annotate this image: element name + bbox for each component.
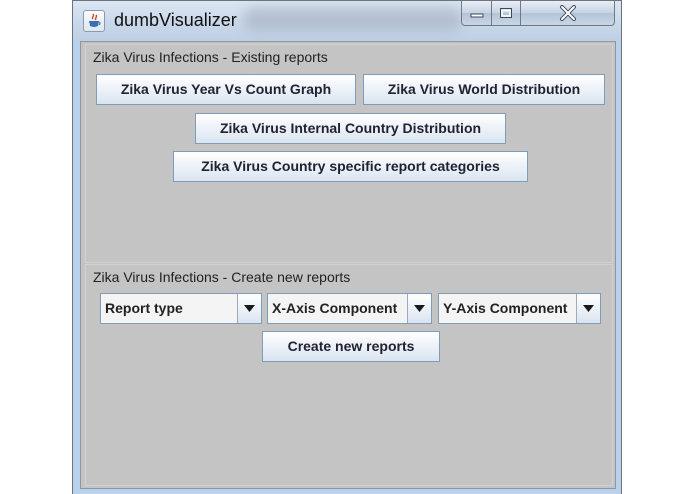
maximize-icon: [500, 8, 512, 18]
minimize-button[interactable]: [461, 1, 492, 26]
close-icon: [559, 5, 576, 21]
chevron-down-icon: [414, 305, 425, 312]
create-reports-panel: Zika Virus Infections - Create new repor…: [85, 264, 613, 486]
world-distribution-button[interactable]: Zika Virus World Distribution: [363, 74, 605, 105]
country-specific-report-categories-button[interactable]: Zika Virus Country specific report categ…: [173, 151, 528, 182]
window-controls: [461, 1, 616, 27]
title-bar-blur: [243, 7, 463, 31]
internal-country-distribution-button[interactable]: Zika Virus Internal Country Distribution: [195, 113, 506, 144]
existing-reports-panel: Zika Virus Infections - Existing reports…: [85, 44, 613, 263]
y-axis-component-value: Y-Axis Component: [443, 300, 568, 316]
content-pane: Zika Virus Infections - Existing reports…: [80, 41, 616, 489]
y-axis-component-select[interactable]: Y-Axis Component: [438, 293, 601, 324]
y-axis-dropdown-button[interactable]: [576, 294, 600, 323]
report-type-dropdown-button[interactable]: [237, 294, 261, 323]
window-title: dumbVisualizer: [114, 10, 237, 30]
chevron-down-icon: [583, 305, 594, 312]
x-axis-dropdown-button[interactable]: [407, 294, 431, 323]
report-type-value: Report type: [105, 300, 183, 316]
minimize-icon: [470, 13, 483, 18]
app-window: dumbVisualizer Zika Virus Infections - E…: [72, 0, 622, 494]
create-reports-title: Zika Virus Infections - Create new repor…: [93, 269, 351, 285]
x-axis-component-value: X-Axis Component: [272, 300, 398, 316]
create-new-reports-button[interactable]: Create new reports: [262, 331, 440, 362]
close-button[interactable]: [520, 1, 615, 26]
x-axis-component-select[interactable]: X-Axis Component: [267, 293, 432, 324]
title-bar[interactable]: dumbVisualizer: [73, 1, 621, 41]
chevron-down-icon: [244, 305, 255, 312]
existing-reports-title: Zika Virus Infections - Existing reports: [93, 49, 328, 65]
maximize-button[interactable]: [491, 1, 521, 26]
java-cup-icon[interactable]: [83, 10, 105, 32]
report-type-select[interactable]: Report type: [100, 293, 262, 324]
year-vs-count-graph-button[interactable]: Zika Virus Year Vs Count Graph: [96, 74, 356, 105]
